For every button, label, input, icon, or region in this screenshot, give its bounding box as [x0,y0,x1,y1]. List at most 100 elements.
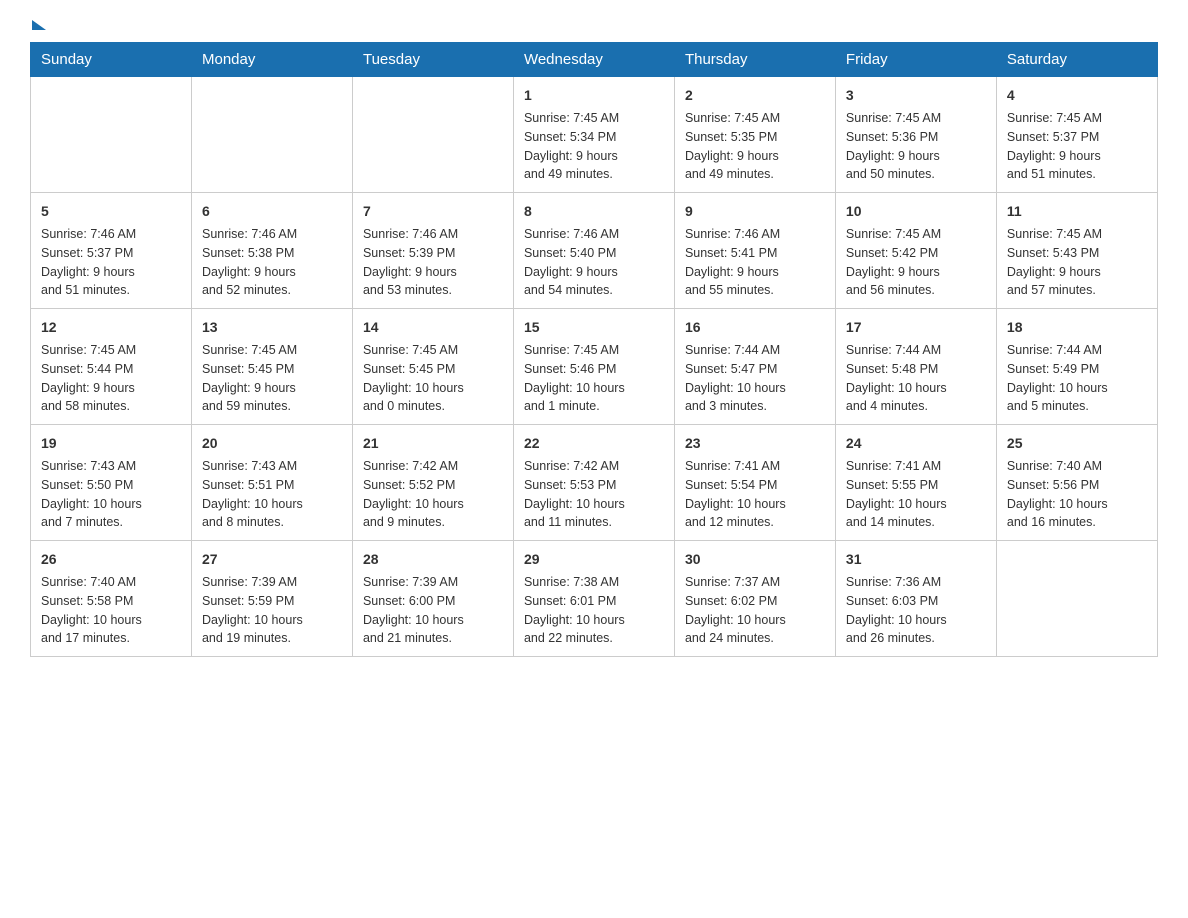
day-number: 27 [202,549,342,570]
calendar-cell [191,77,352,193]
logo-triangle-icon [32,20,46,30]
day-header-row: SundayMondayTuesdayWednesdayThursdayFrid… [31,43,1158,77]
day-number: 18 [1007,317,1147,338]
day-info: Sunrise: 7:46 AM Sunset: 5:37 PM Dayligh… [41,225,181,300]
day-info: Sunrise: 7:38 AM Sunset: 6:01 PM Dayligh… [524,573,664,648]
day-info: Sunrise: 7:43 AM Sunset: 5:50 PM Dayligh… [41,457,181,532]
day-info: Sunrise: 7:45 AM Sunset: 5:34 PM Dayligh… [524,109,664,184]
day-number: 16 [685,317,825,338]
day-number: 25 [1007,433,1147,454]
calendar-cell: 1 Sunrise: 7:45 AM Sunset: 5:34 PM Daylig… [513,77,674,193]
day-header-thursday: Thursday [674,43,835,77]
calendar-cell: 5 Sunrise: 7:46 AM Sunset: 5:37 PM Daylig… [31,193,192,309]
calendar-cell: 9Sunrise: 7:46 AM Sunset: 5:41 PM Daylig… [674,193,835,309]
day-header-wednesday: Wednesday [513,43,674,77]
day-header-sunday: Sunday [31,43,192,77]
day-info: Sunrise: 7:45 AM Sunset: 5:44 PM Dayligh… [41,341,181,416]
week-row-3: 12 Sunrise: 7:45 AM Sunset: 5:44 PM Dayli… [31,309,1158,425]
calendar-table: SundayMondayTuesdayWednesdayThursdayFrid… [30,42,1158,657]
calendar-cell: 4Sunrise: 7:45 AM Sunset: 5:37 PM Daylig… [996,77,1157,193]
day-info: Sunrise: 7:42 AM Sunset: 5:53 PM Dayligh… [524,457,664,532]
day-number: 11 [1007,201,1147,222]
day-number: 21 [363,433,503,454]
day-info: Sunrise: 7:45 AM Sunset: 5:35 PM Dayligh… [685,109,825,184]
day-info: Sunrise: 7:45 AM Sunset: 5:45 PM Dayligh… [202,341,342,416]
calendar-cell: 28Sunrise: 7:39 AM Sunset: 6:00 PM Dayli… [352,541,513,657]
calendar-cell: 18 Sunrise: 7:44 AM Sunset: 5:49 PM Dayli… [996,309,1157,425]
day-number: 10 [846,201,986,222]
day-number: 26 [41,549,181,570]
day-info: Sunrise: 7:45 AM Sunset: 5:36 PM Dayligh… [846,109,986,184]
day-number: 19 [41,433,181,454]
calendar-cell: 3 Sunrise: 7:45 AM Sunset: 5:36 PM Daylig… [835,77,996,193]
day-number: 13 [202,317,342,338]
week-row-5: 26 Sunrise: 7:40 AM Sunset: 5:58 PM Dayli… [31,541,1158,657]
calendar-cell: 11 Sunrise: 7:45 AM Sunset: 5:43 PM Dayli… [996,193,1157,309]
day-info: Sunrise: 7:45 AM Sunset: 5:45 PM Dayligh… [363,341,503,416]
day-info: Sunrise: 7:39 AM Sunset: 5:59 PM Dayligh… [202,573,342,648]
day-header-saturday: Saturday [996,43,1157,77]
day-header-tuesday: Tuesday [352,43,513,77]
day-info: Sunrise: 7:46 AM Sunset: 5:40 PM Dayligh… [524,225,664,300]
day-info: Sunrise: 7:44 AM Sunset: 5:47 PM Dayligh… [685,341,825,416]
day-number: 14 [363,317,503,338]
day-info: Sunrise: 7:45 AM Sunset: 5:46 PM Dayligh… [524,341,664,416]
day-number: 31 [846,549,986,570]
calendar-cell: 8 Sunrise: 7:46 AM Sunset: 5:40 PM Daylig… [513,193,674,309]
calendar-cell: 7 Sunrise: 7:46 AM Sunset: 5:39 PM Daylig… [352,193,513,309]
day-info: Sunrise: 7:36 AM Sunset: 6:03 PM Dayligh… [846,573,986,648]
calendar-cell: 14 Sunrise: 7:45 AM Sunset: 5:45 PM Dayli… [352,309,513,425]
day-number: 3 [846,85,986,106]
calendar-cell: 17 Sunrise: 7:44 AM Sunset: 5:48 PM Dayli… [835,309,996,425]
calendar-cell: 29 Sunrise: 7:38 AM Sunset: 6:01 PM Dayli… [513,541,674,657]
day-number: 5 [41,201,181,222]
day-info: Sunrise: 7:37 AM Sunset: 6:02 PM Dayligh… [685,573,825,648]
day-info: Sunrise: 7:46 AM Sunset: 5:39 PM Dayligh… [363,225,503,300]
calendar-cell: 31 Sunrise: 7:36 AM Sunset: 6:03 PM Dayli… [835,541,996,657]
logo [30,20,46,32]
calendar-cell: 2 Sunrise: 7:45 AM Sunset: 5:35 PM Daylig… [674,77,835,193]
day-number: 6 [202,201,342,222]
calendar-cell: 22 Sunrise: 7:42 AM Sunset: 5:53 PM Dayli… [513,425,674,541]
calendar-cell: 23Sunrise: 7:41 AM Sunset: 5:54 PM Dayli… [674,425,835,541]
calendar-cell: 19 Sunrise: 7:43 AM Sunset: 5:50 PM Dayli… [31,425,192,541]
calendar-cell: 12 Sunrise: 7:45 AM Sunset: 5:44 PM Dayli… [31,309,192,425]
day-number: 1 [524,85,664,106]
day-number: 30 [685,549,825,570]
day-header-monday: Monday [191,43,352,77]
day-number: 22 [524,433,664,454]
day-number: 15 [524,317,664,338]
week-row-2: 5 Sunrise: 7:46 AM Sunset: 5:37 PM Daylig… [31,193,1158,309]
calendar-cell [352,77,513,193]
day-info: Sunrise: 7:42 AM Sunset: 5:52 PM Dayligh… [363,457,503,532]
day-info: Sunrise: 7:40 AM Sunset: 5:56 PM Dayligh… [1007,457,1147,532]
day-number: 8 [524,201,664,222]
calendar-cell: 27 Sunrise: 7:39 AM Sunset: 5:59 PM Dayli… [191,541,352,657]
day-info: Sunrise: 7:44 AM Sunset: 5:48 PM Dayligh… [846,341,986,416]
day-info: Sunrise: 7:40 AM Sunset: 5:58 PM Dayligh… [41,573,181,648]
day-info: Sunrise: 7:44 AM Sunset: 5:49 PM Dayligh… [1007,341,1147,416]
calendar-cell: 24 Sunrise: 7:41 AM Sunset: 5:55 PM Dayli… [835,425,996,541]
calendar-cell: 21 Sunrise: 7:42 AM Sunset: 5:52 PM Dayli… [352,425,513,541]
day-number: 29 [524,549,664,570]
day-number: 23 [685,433,825,454]
day-info: Sunrise: 7:45 AM Sunset: 5:42 PM Dayligh… [846,225,986,300]
day-number: 17 [846,317,986,338]
calendar-cell: 6Sunrise: 7:46 AM Sunset: 5:38 PM Daylig… [191,193,352,309]
day-header-friday: Friday [835,43,996,77]
day-number: 9 [685,201,825,222]
day-info: Sunrise: 7:41 AM Sunset: 5:55 PM Dayligh… [846,457,986,532]
day-number: 20 [202,433,342,454]
day-number: 2 [685,85,825,106]
calendar-cell: 30 Sunrise: 7:37 AM Sunset: 6:02 PM Dayli… [674,541,835,657]
calendar-cell: 15 Sunrise: 7:45 AM Sunset: 5:46 PM Dayli… [513,309,674,425]
day-info: Sunrise: 7:45 AM Sunset: 5:43 PM Dayligh… [1007,225,1147,300]
week-row-1: 1 Sunrise: 7:45 AM Sunset: 5:34 PM Daylig… [31,77,1158,193]
calendar-cell: 16 Sunrise: 7:44 AM Sunset: 5:47 PM Dayli… [674,309,835,425]
calendar-cell: 25 Sunrise: 7:40 AM Sunset: 5:56 PM Dayli… [996,425,1157,541]
day-number: 7 [363,201,503,222]
day-number: 12 [41,317,181,338]
day-number: 24 [846,433,986,454]
day-info: Sunrise: 7:39 AM Sunset: 6:00 PM Dayligh… [363,573,503,648]
day-number: 4 [1007,85,1147,106]
